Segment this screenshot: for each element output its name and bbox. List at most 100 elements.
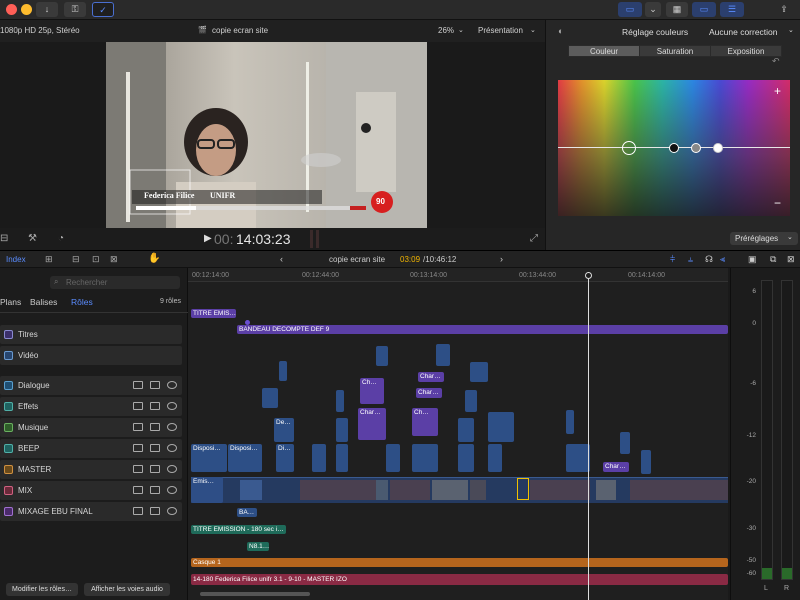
lane-icon[interactable]	[133, 507, 143, 515]
search-field[interactable]: ⌕ Rechercher	[50, 276, 180, 289]
index-button[interactable]: Index	[6, 255, 26, 264]
solo-icon[interactable]	[167, 486, 177, 494]
presentation-dropdown[interactable]: Présentation	[478, 26, 523, 35]
role-video[interactable]: Vidéo	[0, 346, 182, 365]
connected-clip[interactable]	[470, 362, 488, 382]
solo-icon[interactable]	[167, 423, 177, 431]
storyline-clip[interactable]	[432, 480, 468, 500]
checkbox[interactable]	[4, 351, 13, 360]
lane-icon[interactable]	[133, 381, 143, 389]
correction-dropdown[interactable]: Aucune correction	[709, 27, 778, 37]
role-beep[interactable]: BEEP	[0, 439, 182, 458]
checkbox[interactable]	[4, 330, 13, 339]
clip-dispositif[interactable]: Disposi…	[191, 444, 227, 472]
clip-titre-emis[interactable]: TITRE EMIS…	[191, 309, 236, 318]
import-icon[interactable]: ↓	[36, 2, 58, 17]
lane-icon[interactable]	[133, 486, 143, 494]
skimming-icon[interactable]: ⫩	[670, 254, 675, 265]
clip-ba[interactable]: BA…	[237, 508, 257, 517]
storyline-clip[interactable]	[240, 480, 262, 500]
connected-clip-char[interactable]: Char…	[416, 388, 442, 398]
checkbox[interactable]	[4, 486, 13, 495]
checkbox[interactable]	[4, 402, 13, 411]
history-forward-icon[interactable]: ›	[500, 254, 503, 264]
append-icon[interactable]: ⊟	[72, 254, 80, 265]
hand-tool-icon[interactable]: ✋	[148, 253, 160, 264]
insert-icon[interactable]: ⊡	[92, 254, 100, 265]
clip-master-audio[interactable]: 14-180 Federica Filice unifr 3.1 - 9-10 …	[191, 574, 728, 585]
video-preview[interactable]: Federica Filice UNIFR 90	[106, 42, 427, 228]
tab-saturation[interactable]: Saturation	[639, 45, 711, 57]
browser-icon[interactable]: ▦	[666, 2, 688, 17]
clip-di[interactable]: Di…	[276, 444, 294, 472]
timeline-icon[interactable]: ▭	[692, 2, 716, 17]
role-titres[interactable]: Titres	[0, 325, 182, 344]
lane-icon[interactable]	[133, 444, 143, 452]
history-back-icon[interactable]: ‹	[280, 254, 283, 264]
checkbox[interactable]	[4, 507, 13, 516]
libraries-icon[interactable]: ▭	[618, 2, 642, 17]
presets-dropdown[interactable]: Préréglages ⌄	[730, 232, 798, 245]
role-mix[interactable]: MIX	[0, 481, 182, 500]
connected-clip[interactable]	[566, 410, 574, 434]
reset-icon[interactable]: ↶	[772, 56, 780, 67]
connected-clip[interactable]	[620, 432, 630, 454]
chevron-down-icon[interactable]: ⌄	[645, 2, 661, 17]
lane-icon[interactable]	[133, 423, 143, 431]
focus-icon[interactable]	[150, 507, 160, 515]
role-musique[interactable]: Musique	[0, 418, 182, 437]
highlights-puck[interactable]	[713, 143, 723, 153]
shadows-puck[interactable]	[669, 143, 679, 153]
background-tasks-icon[interactable]: ✓	[92, 2, 114, 17]
solo-icon[interactable]	[167, 381, 177, 389]
clip-titre-emission[interactable]: TITRE EMISSION - 180 sec i…	[191, 525, 286, 534]
tab-roles[interactable]: Rôles	[71, 297, 93, 307]
selected-clip[interactable]	[517, 478, 529, 500]
checkbox[interactable]	[4, 465, 13, 474]
checkbox[interactable]	[4, 381, 13, 390]
connected-clip[interactable]	[312, 444, 326, 472]
zoom-dropdown[interactable]: 26%	[438, 26, 454, 35]
connected-clip[interactable]	[386, 444, 400, 472]
transitions-icon[interactable]: ⊠	[787, 254, 795, 265]
connected-clip-e[interactable]	[262, 388, 278, 408]
playhead[interactable]	[588, 272, 589, 600]
timecode-display[interactable]: 14:03:23	[236, 231, 291, 247]
snapping-icon[interactable]: ⫷	[720, 254, 725, 265]
connected-clip[interactable]	[458, 444, 474, 472]
focus-icon[interactable]	[150, 465, 160, 473]
solo-icon[interactable]	[167, 507, 177, 515]
connected-clip[interactable]	[641, 450, 651, 474]
layout-icon[interactable]: ⊟	[0, 233, 8, 244]
connected-clip-ch[interactable]: Ch…	[412, 408, 438, 436]
lane-icon[interactable]	[133, 465, 143, 473]
connected-clip-char[interactable]: Char…	[603, 462, 629, 472]
clip-appearance-icon[interactable]: ⊞	[45, 254, 53, 265]
timeline-ruler[interactable]: 00:12:14:00 00:12:44:00 00:13:14:00 00:1…	[188, 268, 728, 282]
lane-icon[interactable]	[133, 402, 143, 410]
storyline-clip[interactable]	[300, 480, 376, 500]
key-icon[interactable]: ⚿	[64, 2, 86, 17]
clip-n[interactable]: N8.1…	[247, 542, 269, 551]
playhead-handle[interactable]	[585, 272, 592, 279]
overwrite-icon[interactable]: ⊠	[110, 254, 118, 265]
checkbox[interactable]	[4, 444, 13, 453]
connected-clip[interactable]	[279, 361, 287, 381]
search-input[interactable]: Rechercher	[66, 278, 107, 287]
clip-dispositif[interactable]: Disposi…	[228, 444, 262, 472]
connected-clip-de[interactable]: De…	[274, 418, 294, 442]
play-icon[interactable]: ▶	[204, 233, 212, 244]
connected-clip[interactable]	[412, 444, 438, 472]
connected-clip[interactable]	[436, 344, 450, 366]
audio-skimming-icon[interactable]: ⫨	[688, 254, 693, 265]
effects-browser-icon[interactable]: ⧉	[770, 254, 776, 265]
clip-bandeau-decompte[interactable]: BANDEAU DECOMPTE DEF 9	[237, 325, 728, 334]
solo-icon[interactable]	[167, 465, 177, 473]
midtones-puck[interactable]	[691, 143, 701, 153]
close-window-button[interactable]	[6, 4, 17, 15]
solo-icon[interactable]	[167, 444, 177, 452]
minimize-window-button[interactable]	[21, 4, 32, 15]
role-dialogue[interactable]: Dialogue	[0, 376, 182, 395]
storyline-clip[interactable]	[630, 480, 728, 500]
tab-plans[interactable]: Plans	[0, 297, 21, 307]
